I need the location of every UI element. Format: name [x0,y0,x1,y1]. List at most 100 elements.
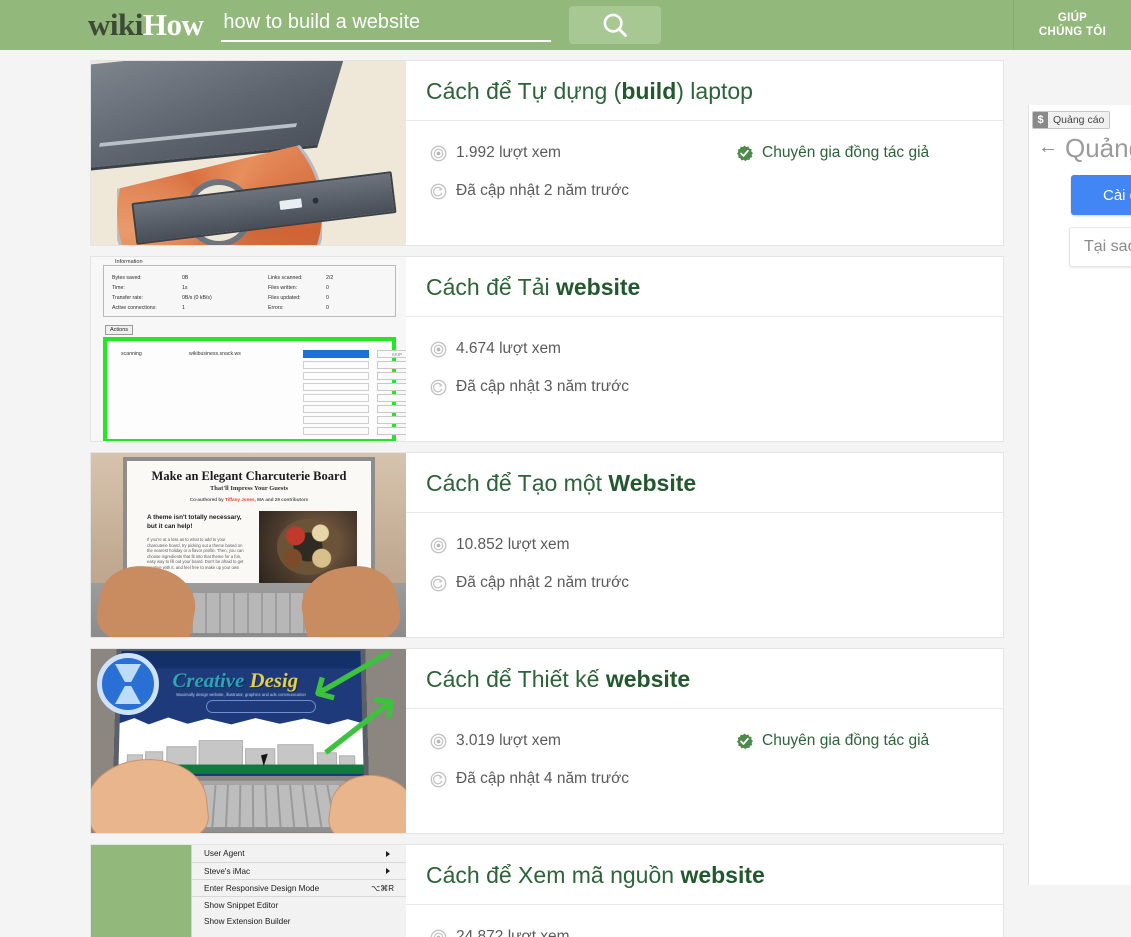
views-row: 4.674 lượt xem [430,334,983,364]
ad-cta-button[interactable]: Cài đặt [1071,175,1131,215]
back-arrow-icon[interactable]: ← [1038,137,1058,157]
green-highlight-box-art: scanning wikibusiness.snack.ws SKIP [103,337,406,441]
byline-suffix: , MA and 29 contributors [254,497,309,502]
skip-button-art [377,394,406,402]
result-title-keyword: website [555,274,641,300]
skip-button-art [377,372,406,380]
result-title-prefix: Cách để Xem mã nguồn [426,862,681,888]
article-subtitle-art: That'll Impress Your Guests [209,485,289,492]
result-body: Cách để Tải website 4.674 lượt xem Đã cậ… [406,257,1003,441]
views-text: 1.992 lượt xem [456,144,561,161]
clock-icon [430,575,447,591]
result-title[interactable]: Cách để Tự dựng (build) laptop [406,61,1003,121]
why-this-ad-button[interactable]: Tại sao quảng cáo này? [1069,227,1131,267]
ad-heading: Quảng cáo [1065,133,1131,163]
brand-part2: Desig [249,668,299,693]
hourglass-shape-art [115,664,141,704]
info-panel-art: Information Bytes saved: 0B Links scanne… [103,259,396,317]
result-title[interactable]: Cách để Xem mã nguồn website [406,845,1003,905]
result-card[interactable]: Creative Desig Maximally design website,… [90,648,1004,834]
result-title-suffix: ) laptop [676,78,753,104]
ad-disclosure-tag[interactable]: $ Quảng cáo [1032,111,1111,129]
views-icon [430,929,447,937]
brand-part1: Creative [172,668,245,693]
safari-develop-menu-art: User Agent Steve's iMac Enter Responsive… [191,845,406,937]
charcuterie-board-art [277,519,339,575]
result-title-keyword: build [621,78,677,104]
result-title[interactable]: Cách để Tải website [406,257,1003,317]
expert-coauthored-badge: Chuyên gia đồng tác giả [736,138,929,168]
progress-bar-art [303,350,369,358]
search-results-list: Cách để Tự dựng (build) laptop 1.992 lượ… [90,60,1004,937]
info-val: 0B [182,275,189,281]
result-card[interactable]: Information Bytes saved: 0B Links scanne… [90,256,1004,442]
updated-row: Đã cập nhật 4 năm trước [430,764,983,794]
result-title-keyword: Website [608,470,697,496]
hourglass-logo-icon [97,653,159,715]
updated-text: Đã cập nhật 3 năm trước [456,378,630,395]
skip-button-art [377,427,406,435]
views-text: 3.019 lượt xem [456,732,561,749]
menu-item-label: Show Snippet Editor [204,900,279,910]
views-text: 24.872 lượt xem [456,928,570,937]
menu-item: Show Extension Builder [192,913,406,930]
result-thumbnail-laptop-article[interactable]: Make an Elegant Charcuterie Board That'l… [91,453,406,637]
info-key: Links scanned: [268,275,303,281]
search-icon [603,13,628,37]
result-thumbnail-downloader[interactable]: Information Bytes saved: 0B Links scanne… [91,257,406,441]
result-meta: 1.992 lượt xem Đã cập nhật 2 năm trước C… [406,121,1003,245]
views-text: 4.674 lượt xem [456,340,561,357]
expert-text: Chuyên gia đồng tác giả [762,732,930,749]
search-button[interactable] [569,6,662,44]
result-title[interactable]: Cách để Thiết kế website [406,649,1003,709]
dollar-icon: $ [1033,112,1048,128]
info-val: 0 [326,305,329,311]
menu-item-shortcut: ⌥⌘R [371,883,394,893]
result-title-keyword: website [680,862,765,888]
info-key: Files written: [268,285,298,291]
result-thumbnail-develop-menu[interactable]: User Agent Steve's iMac Enter Responsive… [91,845,406,937]
creative-design-brand-art: Creative Desig [172,668,298,693]
info-val: 1s [182,285,188,291]
help-us-link[interactable]: GIÚP CHÚNG TÔI [1013,0,1131,50]
updated-row: Đã cập nhật 3 năm trước [430,372,983,402]
skip-button-art [377,416,406,424]
skip-button-art [377,383,406,391]
byline-author: Tiffany Jones [225,497,255,502]
clock-icon [430,379,447,395]
result-card[interactable]: User Agent Steve's iMac Enter Responsive… [90,844,1004,937]
views-text: 10.852 lượt xem [456,536,570,553]
menu-item-label: Show Extension Builder [204,917,291,926]
result-body: Cách để Thiết kế website 3.019 lượt xem [406,649,1003,833]
views-row: 24.872 lượt xem [430,922,983,937]
logo-wiki-text: wiki [88,7,143,42]
skip-button-art [377,361,406,369]
result-title-prefix: Cách để Tạo một [426,470,609,496]
result-title[interactable]: Cách để Tạo một Website [406,453,1003,513]
result-thumbnail-creative-design[interactable]: Creative Desig Maximally design website,… [91,649,406,833]
result-card[interactable]: Make an Elegant Charcuterie Board That'l… [90,452,1004,638]
advertisement-panel: $ Quảng cáo ← Quảng cáo Cài đặt Tại sao … [1028,105,1131,885]
views-row: 10.852 lượt xem [430,530,983,560]
result-thumbnail-optical-drive[interactable] [91,61,406,245]
updated-row: Đã cập nhật 2 năm trước [430,176,983,206]
submenu-arrow-icon [386,868,390,874]
info-val: 1 [182,305,185,311]
result-title-prefix: Cách để Tự dựng ( [426,78,622,104]
info-val: 0B/s (0 kB/s) [182,295,212,301]
drive-led-art [312,197,319,205]
info-key: Bytes saved: [112,275,142,281]
info-key: Transfer rate: [112,295,143,301]
result-body: Cách để Tự dựng (build) laptop 1.992 lượ… [406,61,1003,245]
wikihow-logo[interactable]: wikiHow [88,7,204,43]
page-body: Cách để Tự dựng (build) laptop 1.992 lượ… [0,50,1131,937]
menu-item: User Agent [192,845,406,862]
menu-item: Enter Responsive Design Mode ⌥⌘R [192,879,406,896]
search-input[interactable] [221,8,552,42]
result-meta: 4.674 lượt xem Đã cập nhật 3 năm trước [406,317,1003,441]
site-button-art [205,700,317,713]
expert-text: Chuyên gia đồng tác giả [762,144,930,161]
skip-button-art [377,405,406,413]
views-icon [430,341,447,357]
result-card[interactable]: Cách để Tự dựng (build) laptop 1.992 lượ… [90,60,1004,246]
